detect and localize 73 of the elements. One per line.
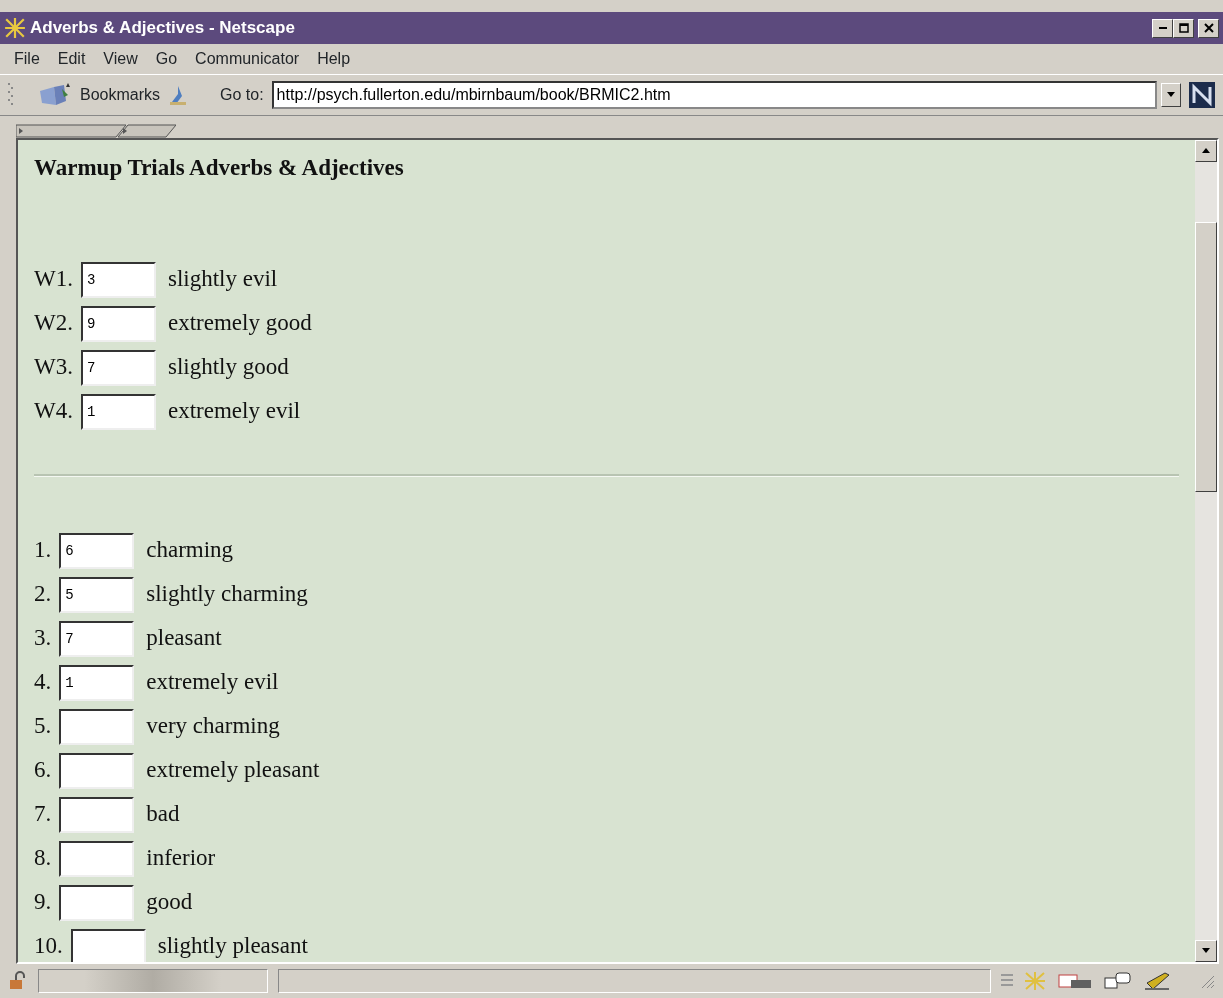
answer-field[interactable]: 6 xyxy=(59,532,135,569)
adjective-label: extremely pleasant xyxy=(146,756,320,785)
adjective-label: slightly evil xyxy=(167,265,278,294)
page-heading: Warmup Trials Adverbs & Adjectives xyxy=(34,154,405,182)
answer-field[interactable] xyxy=(59,796,135,833)
answer-field[interactable] xyxy=(59,752,135,789)
item-number: W3. xyxy=(34,353,73,382)
item-number: 5. xyxy=(34,712,52,741)
menu-item[interactable]: Help xyxy=(317,47,351,71)
caret-icon xyxy=(1167,92,1175,98)
item-number: 6. xyxy=(34,756,52,785)
item-number: 2. xyxy=(34,580,52,609)
adjective-label: charming xyxy=(146,536,234,565)
adjective-label: bad xyxy=(146,800,180,829)
answer-field[interactable]: 7 xyxy=(80,349,156,386)
mail-icon[interactable] xyxy=(1057,971,1093,991)
answer-field[interactable] xyxy=(59,884,135,921)
down-arrow-icon xyxy=(1202,948,1210,954)
app-icon xyxy=(4,17,26,39)
bookmarks-button[interactable]: Bookmarks xyxy=(38,83,161,107)
menu-item[interactable]: Edit xyxy=(57,47,86,71)
scroll-up-button[interactable] xyxy=(1195,140,1217,162)
adjective-label: pleasant xyxy=(146,624,222,653)
up-arrow-icon xyxy=(1202,148,1210,154)
dropdown-button[interactable] xyxy=(1161,83,1181,107)
answer-field[interactable]: 5 xyxy=(59,576,135,613)
menu-item[interactable]: File xyxy=(14,47,40,71)
item-number: W4. xyxy=(34,397,73,426)
item-number: 8. xyxy=(34,844,52,873)
item-number: 4. xyxy=(34,668,52,697)
item-number: W1. xyxy=(34,265,73,294)
item-number: 7. xyxy=(34,800,52,829)
minimize-button[interactable] xyxy=(1152,18,1173,38)
adjective-label: very charming xyxy=(146,712,280,741)
answer-field[interactable]: 3 xyxy=(80,261,156,298)
scroll-thumb[interactable] xyxy=(1195,222,1217,492)
window-title: Adverbs & Adjectives - Netscape xyxy=(30,17,296,40)
adjective-label: extremely evil xyxy=(146,668,279,697)
adjective-label: inferior xyxy=(146,844,216,873)
toolbar-tab-icon[interactable] xyxy=(16,124,176,138)
close-button[interactable] xyxy=(1198,18,1219,38)
answer-field[interactable] xyxy=(59,708,135,745)
maximize-button[interactable] xyxy=(1173,18,1194,38)
close-icon xyxy=(1203,23,1214,33)
go-to-label: Go to: xyxy=(220,85,264,105)
answer-field[interactable]: 9 xyxy=(80,305,156,342)
adjective-label: extremely evil xyxy=(167,397,301,426)
menu-item[interactable]: Go xyxy=(155,47,178,71)
adjective-label: good xyxy=(146,888,193,917)
address-field[interactable]: http://psych.fullerton.edu/mbirnbaum/book/BRMIC2.htm xyxy=(271,81,1157,109)
menu-item[interactable]: Communicator xyxy=(195,47,300,71)
padlock-icon[interactable] xyxy=(8,971,28,991)
answer-field[interactable] xyxy=(70,928,146,962)
item-number: W2. xyxy=(34,309,73,338)
adjective-label: slightly charming xyxy=(146,580,308,609)
answer-field[interactable]: 7 xyxy=(59,620,135,657)
chat-bubble-icon[interactable] xyxy=(1103,971,1133,991)
scroll-down-button[interactable] xyxy=(1195,940,1217,962)
answer-field[interactable] xyxy=(59,840,135,877)
item-number: 3. xyxy=(34,624,52,653)
adjective-label: extremely good xyxy=(167,309,312,338)
minimize-icon xyxy=(1158,27,1167,29)
item-number: 10. xyxy=(34,932,63,961)
adjective-label: slightly pleasant xyxy=(157,932,308,961)
answer-field[interactable]: 1 xyxy=(59,664,135,701)
item-number: 9. xyxy=(34,888,52,917)
maximize-icon xyxy=(1178,23,1189,33)
logo-icon[interactable] xyxy=(1189,82,1215,108)
menu-item[interactable]: View xyxy=(103,47,138,71)
resize-grip-icon[interactable] xyxy=(1199,973,1215,989)
item-number: 1. xyxy=(34,536,52,565)
adjective-label: slightly good xyxy=(167,353,289,382)
answer-field[interactable]: 1 xyxy=(80,393,156,430)
